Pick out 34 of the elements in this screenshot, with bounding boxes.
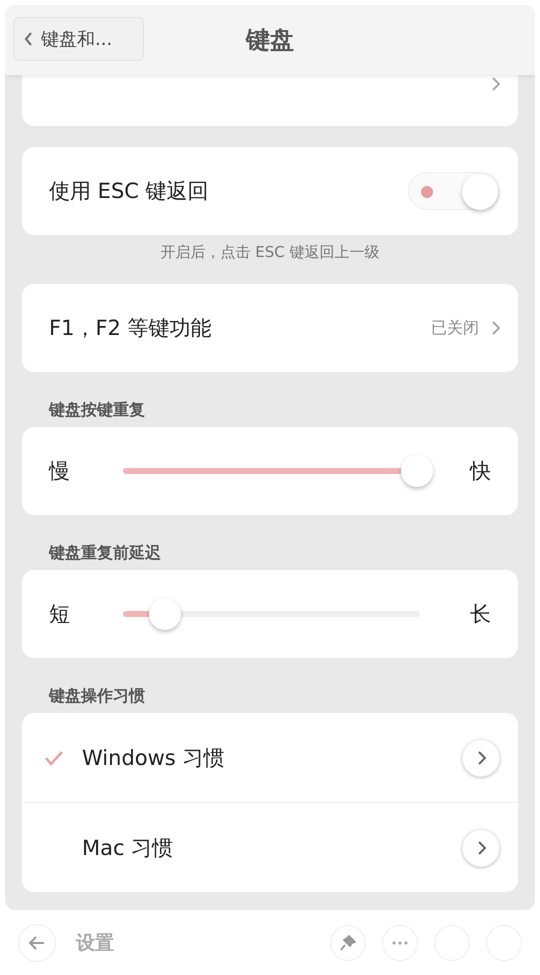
chevron-right-icon [476,750,486,764]
hint-text: 开启后，点击 ESC 键返回上一级 [159,242,380,263]
chevron-button[interactable] [462,738,500,776]
settings-card[interactable]: F1，F2 等键功能 已关闭 [22,284,518,372]
row-value: 已关闭 [431,318,479,338]
back-button[interactable]: 键盘和... [13,17,144,61]
min-label: 短 [49,601,71,628]
section-label: 键盘重复前延迟 [48,542,162,564]
bottom-title: 设置 [76,930,115,956]
section-label: 键盘操作习惯 [48,685,146,707]
row-label: F1，F2 等键功能 [49,315,213,342]
settings-card[interactable] [22,75,518,126]
more-button[interactable] [382,924,418,960]
slider-thumb[interactable] [148,598,181,630]
pin-button[interactable] [330,924,366,960]
arrow-left-icon [29,936,45,950]
toggle-switch[interactable] [408,172,500,210]
chevron-right-icon [476,840,486,854]
max-label: 长 [470,601,492,628]
more-icon [392,940,408,944]
section-label: 键盘按键重复 [48,399,146,421]
option-label[interactable]: Windows 习惯 [82,744,450,772]
row-label: 使用 ESC 键返回 [49,178,210,205]
option-label[interactable]: Mac 习惯 [82,834,450,862]
min-label: 慢 [49,458,71,485]
chevron-left-icon [24,32,33,46]
max-label: 快 [470,458,492,485]
page-title: 键盘 [246,25,294,56]
pin-icon [340,934,356,950]
chevron-right-icon [491,321,500,335]
chevron-button[interactable] [462,828,500,866]
slider-thumb[interactable] [401,455,434,487]
chevron-right-icon [491,77,500,91]
back-button[interactable] [18,924,56,962]
